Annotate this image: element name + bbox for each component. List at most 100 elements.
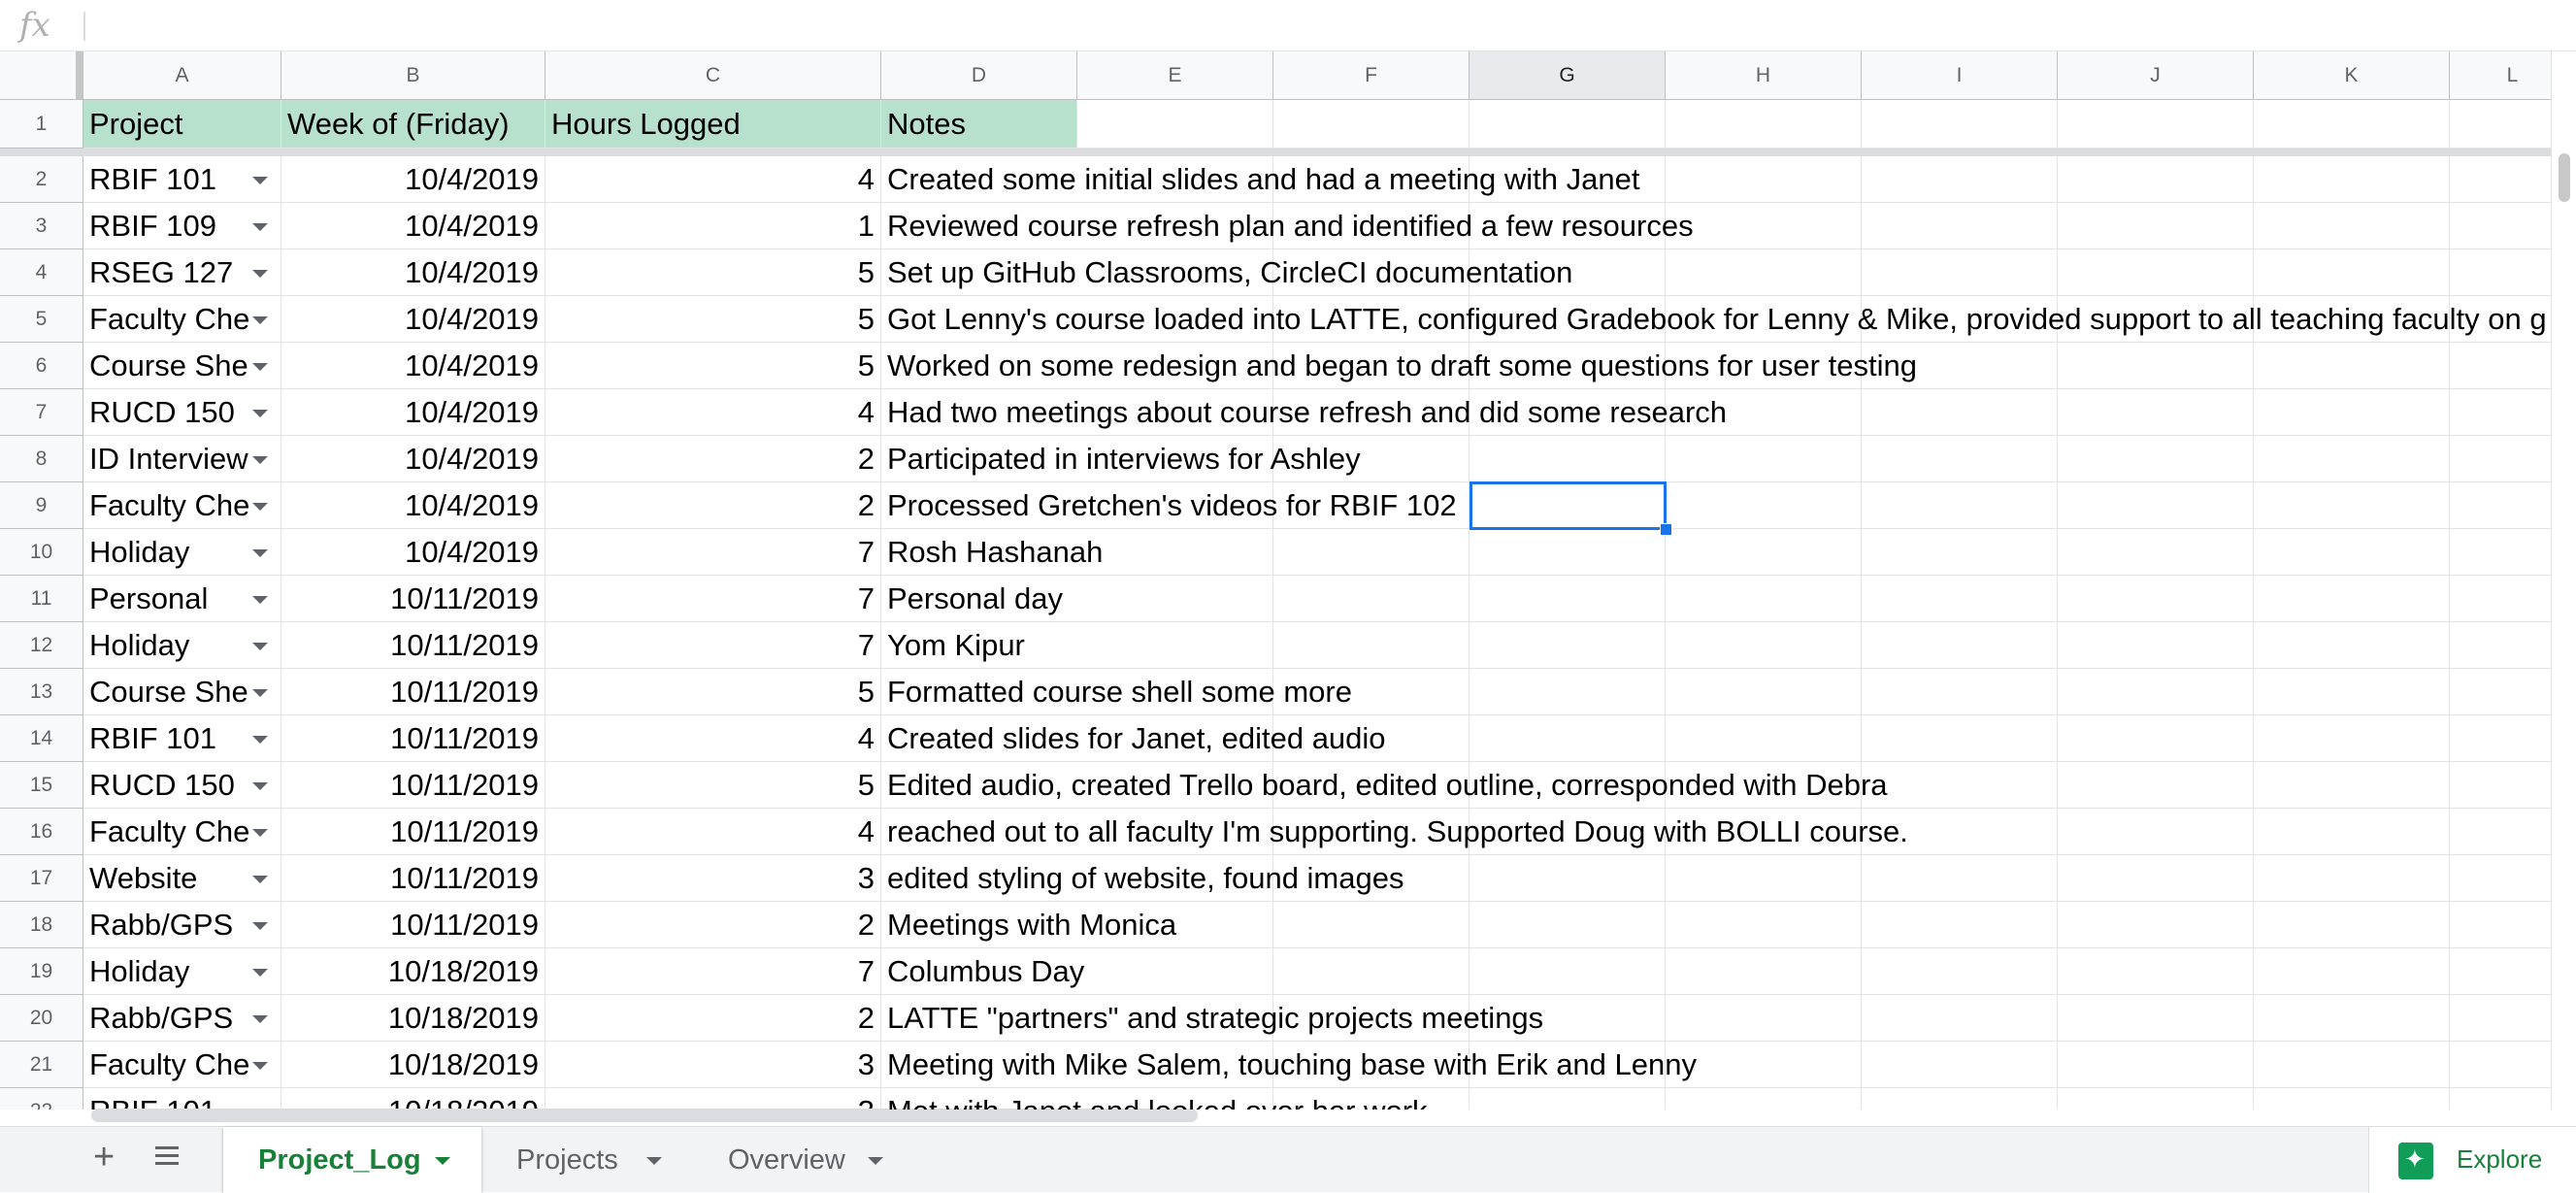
chevron-down-icon[interactable] bbox=[868, 1157, 883, 1165]
notes-cell[interactable]: Participated in interviews for Ashley bbox=[881, 436, 1361, 482]
empty-cell[interactable] bbox=[2254, 156, 2450, 203]
week-cell[interactable]: 10/11/2019 bbox=[281, 809, 545, 855]
empty-cell[interactable] bbox=[1470, 622, 1666, 669]
row-header[interactable]: 13 bbox=[0, 669, 83, 715]
empty-cell[interactable] bbox=[1666, 948, 1862, 995]
empty-cell[interactable] bbox=[2058, 1088, 2254, 1110]
empty-cell[interactable] bbox=[1470, 669, 1666, 715]
dropdown-arrow-icon[interactable] bbox=[252, 177, 268, 184]
hours-cell[interactable]: 2 bbox=[545, 902, 881, 948]
empty-cell[interactable] bbox=[2058, 249, 2254, 296]
notes-cell[interactable]: Rosh Hashanah bbox=[881, 529, 1103, 576]
row-header[interactable]: 14 bbox=[0, 715, 83, 762]
column-header-h[interactable]: H bbox=[1666, 51, 1862, 100]
week-cell[interactable]: 10/11/2019 bbox=[281, 855, 545, 902]
notes-cell[interactable]: Had two meetings about course refresh an… bbox=[881, 389, 1727, 436]
week-cell[interactable]: 10/11/2019 bbox=[281, 715, 545, 762]
week-cell[interactable]: 10/11/2019 bbox=[281, 622, 545, 669]
add-sheet-icon[interactable]: + bbox=[93, 1135, 115, 1179]
empty-cell[interactable] bbox=[1862, 902, 2058, 948]
dropdown-arrow-icon[interactable] bbox=[252, 363, 268, 371]
notes-cell[interactable]: Processed Gretchen's videos for RBIF 102 bbox=[881, 482, 1457, 529]
row-header[interactable]: 22 bbox=[0, 1088, 83, 1110]
row-header[interactable]: 10 bbox=[0, 529, 83, 576]
empty-cell[interactable] bbox=[1077, 576, 1273, 622]
header-cell-notes[interactable]: Notes bbox=[881, 100, 1077, 149]
notes-cell[interactable]: Got Lenny's course loaded into LATTE, co… bbox=[881, 296, 2547, 343]
notes-cell[interactable]: Worked on some redesign and began to dra… bbox=[881, 343, 1917, 389]
dropdown-arrow-icon[interactable] bbox=[252, 316, 268, 324]
empty-cell[interactable] bbox=[1862, 995, 2058, 1042]
empty-cell[interactable] bbox=[1077, 529, 1273, 576]
explore-button[interactable]: Explore bbox=[2368, 1127, 2576, 1193]
empty-cell[interactable] bbox=[1273, 529, 1470, 576]
vertical-scroll-thumb[interactable] bbox=[2559, 153, 2570, 202]
week-cell[interactable]: 10/18/2019 bbox=[281, 1088, 545, 1110]
empty-cell[interactable] bbox=[2058, 482, 2254, 529]
hours-cell[interactable]: 4 bbox=[545, 389, 881, 436]
empty-cell[interactable] bbox=[1666, 482, 1862, 529]
empty-cell[interactable] bbox=[1862, 1042, 2058, 1088]
empty-cell[interactable] bbox=[2058, 715, 2254, 762]
empty-cell[interactable] bbox=[1862, 1088, 2058, 1110]
column-header-b[interactable]: B bbox=[281, 51, 545, 100]
empty-cell[interactable] bbox=[1862, 389, 2058, 436]
empty-cell[interactable] bbox=[1666, 156, 1862, 203]
row-header[interactable]: 4 bbox=[0, 249, 83, 296]
dropdown-arrow-icon[interactable] bbox=[252, 643, 268, 650]
empty-cell[interactable] bbox=[1470, 855, 1666, 902]
dropdown-arrow-icon[interactable] bbox=[252, 782, 268, 790]
week-cell[interactable]: 10/4/2019 bbox=[281, 249, 545, 296]
empty-cell[interactable] bbox=[1862, 762, 2058, 809]
hours-cell[interactable]: 5 bbox=[545, 296, 881, 343]
dropdown-arrow-icon[interactable] bbox=[252, 969, 268, 977]
sheet-tab-overview[interactable]: Overview bbox=[693, 1127, 914, 1193]
hours-cell[interactable]: 1 bbox=[545, 203, 881, 249]
empty-cell[interactable] bbox=[2058, 156, 2254, 203]
empty-cell[interactable] bbox=[2254, 902, 2450, 948]
empty-cell[interactable] bbox=[2254, 855, 2450, 902]
sheet-tab-projects[interactable]: Projects bbox=[481, 1127, 693, 1193]
empty-cell[interactable] bbox=[1666, 622, 1862, 669]
notes-cell[interactable]: Yom Kipur bbox=[881, 622, 1077, 669]
week-cell[interactable]: 10/4/2019 bbox=[281, 343, 545, 389]
empty-cell[interactable] bbox=[1470, 715, 1666, 762]
dropdown-arrow-icon[interactable] bbox=[252, 456, 268, 464]
empty-cell[interactable] bbox=[2254, 576, 2450, 622]
empty-cell[interactable] bbox=[2058, 995, 2254, 1042]
empty-cell[interactable] bbox=[1666, 715, 1862, 762]
dropdown-arrow-icon[interactable] bbox=[252, 503, 268, 511]
empty-cell[interactable] bbox=[2254, 622, 2450, 669]
dropdown-arrow-icon[interactable] bbox=[252, 829, 268, 837]
empty-cell[interactable] bbox=[1470, 529, 1666, 576]
hours-cell[interactable]: 7 bbox=[545, 529, 881, 576]
week-cell[interactable]: 10/18/2019 bbox=[281, 948, 545, 995]
empty-cell[interactable] bbox=[1273, 622, 1470, 669]
empty-cell[interactable] bbox=[1862, 529, 2058, 576]
empty-cell[interactable] bbox=[2254, 343, 2450, 389]
week-cell[interactable]: 10/4/2019 bbox=[281, 436, 545, 482]
chevron-down-icon[interactable] bbox=[435, 1157, 450, 1165]
dropdown-arrow-icon[interactable] bbox=[252, 270, 268, 278]
week-cell[interactable]: 10/4/2019 bbox=[281, 389, 545, 436]
column-header-d[interactable]: D bbox=[881, 51, 1077, 100]
freeze-divider[interactable] bbox=[0, 149, 2576, 156]
empty-cell[interactable] bbox=[2058, 203, 2254, 249]
vertical-scrollbar[interactable] bbox=[2551, 51, 2576, 1110]
empty-cell[interactable] bbox=[1470, 436, 1666, 482]
dropdown-arrow-icon[interactable] bbox=[252, 736, 268, 744]
empty-cell[interactable] bbox=[1862, 715, 2058, 762]
empty-cell[interactable] bbox=[2058, 948, 2254, 995]
empty-cell[interactable] bbox=[1862, 100, 2058, 149]
empty-cell[interactable] bbox=[1666, 1088, 1862, 1110]
empty-cell[interactable] bbox=[2254, 389, 2450, 436]
empty-cell[interactable] bbox=[1862, 855, 2058, 902]
column-header-g[interactable]: G bbox=[1470, 51, 1666, 100]
header-cell-week[interactable]: Week of (Friday) bbox=[281, 100, 545, 149]
fill-handle[interactable] bbox=[1660, 523, 1672, 536]
hours-cell[interactable]: 3 bbox=[545, 855, 881, 902]
row-header[interactable]: 21 bbox=[0, 1042, 83, 1088]
empty-cell[interactable] bbox=[2254, 809, 2450, 855]
row-header-1[interactable]: 1 bbox=[0, 100, 83, 149]
empty-cell[interactable] bbox=[1273, 902, 1470, 948]
